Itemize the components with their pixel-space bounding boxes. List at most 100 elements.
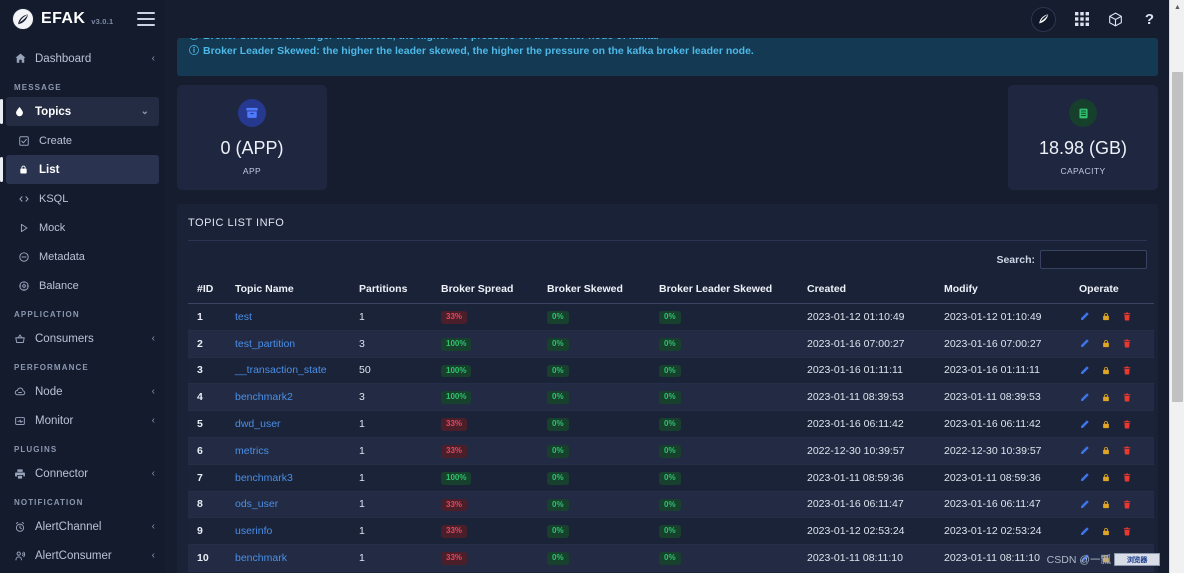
- topic-name-link[interactable]: benchmark3: [235, 472, 293, 484]
- delete-trash-icon[interactable]: [1122, 338, 1132, 349]
- help-question-icon[interactable]: ?: [1141, 11, 1158, 28]
- column-header[interactable]: #ID: [188, 276, 226, 304]
- sidebar-item-topics[interactable]: Topics ⌄: [0, 97, 159, 126]
- cube-icon[interactable]: [1107, 11, 1124, 28]
- delete-trash-icon[interactable]: [1122, 472, 1132, 483]
- main-area: ? ⓘ Broker Skewed: the larger the skewed…: [165, 0, 1184, 573]
- edit-pencil-icon[interactable]: [1079, 472, 1090, 483]
- gear-circle-icon: [18, 280, 34, 292]
- cell-modify: 2023-01-12 01:10:49: [935, 303, 1070, 331]
- edit-pencil-icon[interactable]: [1079, 526, 1090, 537]
- topic-name-link[interactable]: __transaction_state: [235, 364, 327, 376]
- lock-icon[interactable]: [1101, 419, 1111, 430]
- cell-id: 7: [188, 464, 226, 492]
- sidebar-item-dashboard[interactable]: Dashboard ‹: [0, 44, 165, 73]
- sidebar-item-consumers[interactable]: Consumers ‹: [0, 324, 165, 353]
- cloud-icon: [14, 386, 30, 398]
- table-row: 10 benchmark 1 33% 0% 0% 2023-01-11 08:11:10 20…: [188, 544, 1154, 572]
- edit-pencil-icon[interactable]: [1079, 311, 1090, 322]
- sidebar-item-balance[interactable]: Balance: [0, 271, 165, 300]
- delete-trash-icon[interactable]: [1122, 445, 1132, 456]
- lock-icon[interactable]: [1101, 499, 1111, 510]
- topic-list-panel: TOPIC LIST INFO Search: #ID Topic Name Par…: [177, 204, 1158, 573]
- lock-icon[interactable]: [1101, 338, 1111, 349]
- operate-buttons: [1079, 419, 1154, 430]
- column-header[interactable]: Created: [798, 276, 935, 304]
- edit-pencil-icon[interactable]: [1079, 499, 1090, 510]
- scroll-up-arrow-icon[interactable]: ▲: [1170, 0, 1184, 15]
- delete-trash-icon[interactable]: [1122, 365, 1132, 376]
- edit-pencil-icon[interactable]: [1079, 365, 1090, 376]
- sidebar-item-list[interactable]: List: [0, 155, 159, 184]
- cell-partitions: 3: [350, 383, 432, 412]
- panel-title: TOPIC LIST INFO: [188, 204, 1147, 241]
- topic-name-link[interactable]: benchmark2: [235, 391, 293, 403]
- sidebar-item-create[interactable]: Create: [0, 126, 165, 155]
- operate-buttons: [1079, 365, 1154, 376]
- sidebar-section-application: APPLICATION: [14, 310, 80, 319]
- edit-pencil-icon[interactable]: [1079, 392, 1090, 403]
- lock-icon[interactable]: [1101, 311, 1111, 322]
- scrollbar-thumb[interactable]: [1172, 72, 1183, 402]
- cell-broker-leader-skewed: 0%: [650, 544, 798, 572]
- topic-name-link[interactable]: dwd_user: [235, 418, 281, 430]
- chevron-left-icon: ‹: [151, 549, 155, 561]
- grid-apps-icon[interactable]: [1073, 11, 1090, 28]
- droplet-icon: [14, 106, 30, 117]
- edit-pencil-icon[interactable]: [1079, 338, 1090, 349]
- column-header[interactable]: Broker Spread: [432, 276, 538, 304]
- hamburger-menu-icon[interactable]: [137, 12, 155, 26]
- topic-name-link[interactable]: ods_user: [235, 498, 278, 510]
- browser-scrollbar[interactable]: ▲: [1169, 0, 1184, 573]
- delete-trash-icon[interactable]: [1122, 419, 1132, 430]
- lock-icon[interactable]: [1101, 445, 1111, 456]
- stat-card-app: 0 (APP) APP: [177, 85, 327, 190]
- edit-pencil-icon[interactable]: [1079, 419, 1090, 430]
- delete-trash-icon[interactable]: [1122, 311, 1132, 322]
- sidebar: EFAK v3.0.1 Dashboard ‹ MESSAGE Topics ⌄ Crea…: [0, 0, 165, 573]
- topic-name-link[interactable]: test: [235, 311, 252, 323]
- broker-spread-badge: 100%: [441, 337, 472, 351]
- user-avatar-feather-icon[interactable]: [1031, 6, 1056, 32]
- delete-trash-icon[interactable]: [1122, 526, 1132, 537]
- brand-header: EFAK v3.0.1: [0, 0, 165, 38]
- lock-icon[interactable]: [1101, 392, 1111, 403]
- sidebar-item-alertchannel[interactable]: AlertChannel ‹: [0, 512, 165, 541]
- column-header[interactable]: Modify: [935, 276, 1070, 304]
- cell-created: 2022-12-30 10:39:57: [798, 437, 935, 465]
- chevron-left-icon: ‹: [151, 467, 155, 479]
- lock-icon[interactable]: [1101, 472, 1111, 483]
- search-label: Search:: [996, 253, 1035, 266]
- sidebar-item-metadata[interactable]: Metadata: [0, 242, 165, 271]
- topic-name-link[interactable]: test_partition: [235, 338, 295, 350]
- banner-line-broker-leader-skewed: ⓘ Broker Leader Skewed: the higher the l…: [189, 44, 1146, 59]
- sidebar-item-connector[interactable]: Connector ‹: [0, 459, 165, 488]
- edit-pencil-icon[interactable]: [1079, 445, 1090, 456]
- sidebar-item-label: AlertConsumer: [35, 549, 112, 562]
- topic-name-link[interactable]: metrics: [235, 445, 269, 457]
- sidebar-item-ksql[interactable]: KSQL: [0, 184, 165, 213]
- lock-icon[interactable]: [1101, 526, 1111, 537]
- topic-name-link[interactable]: userinfo: [235, 525, 272, 537]
- sidebar-item-alertconsumer[interactable]: AlertConsumer ‹: [0, 541, 165, 570]
- topic-name-link[interactable]: benchmark: [235, 552, 287, 564]
- cell-broker-spread: 33%: [432, 491, 538, 519]
- archive-box-icon: [238, 99, 266, 127]
- cell-topic-name: ods_user: [226, 491, 350, 519]
- cell-operate: [1070, 303, 1154, 331]
- search-input[interactable]: [1040, 250, 1147, 269]
- sidebar-item-node[interactable]: Node ‹: [0, 377, 165, 406]
- column-header[interactable]: Broker Leader Skewed: [650, 276, 798, 304]
- column-header[interactable]: Broker Skewed: [538, 276, 650, 304]
- sidebar-item-mock[interactable]: Mock: [0, 213, 165, 242]
- delete-trash-icon[interactable]: [1122, 499, 1132, 510]
- column-header[interactable]: Partitions: [350, 276, 432, 304]
- play-icon: [18, 222, 34, 234]
- checkbox-icon: [18, 135, 34, 147]
- lock-icon[interactable]: [1101, 365, 1111, 376]
- broker-spread-badge: 33%: [441, 311, 468, 324]
- column-header[interactable]: Topic Name: [226, 276, 350, 304]
- sidebar-item-monitor[interactable]: Monitor ‹: [0, 406, 165, 435]
- column-header[interactable]: Operate: [1070, 276, 1154, 304]
- delete-trash-icon[interactable]: [1122, 392, 1132, 403]
